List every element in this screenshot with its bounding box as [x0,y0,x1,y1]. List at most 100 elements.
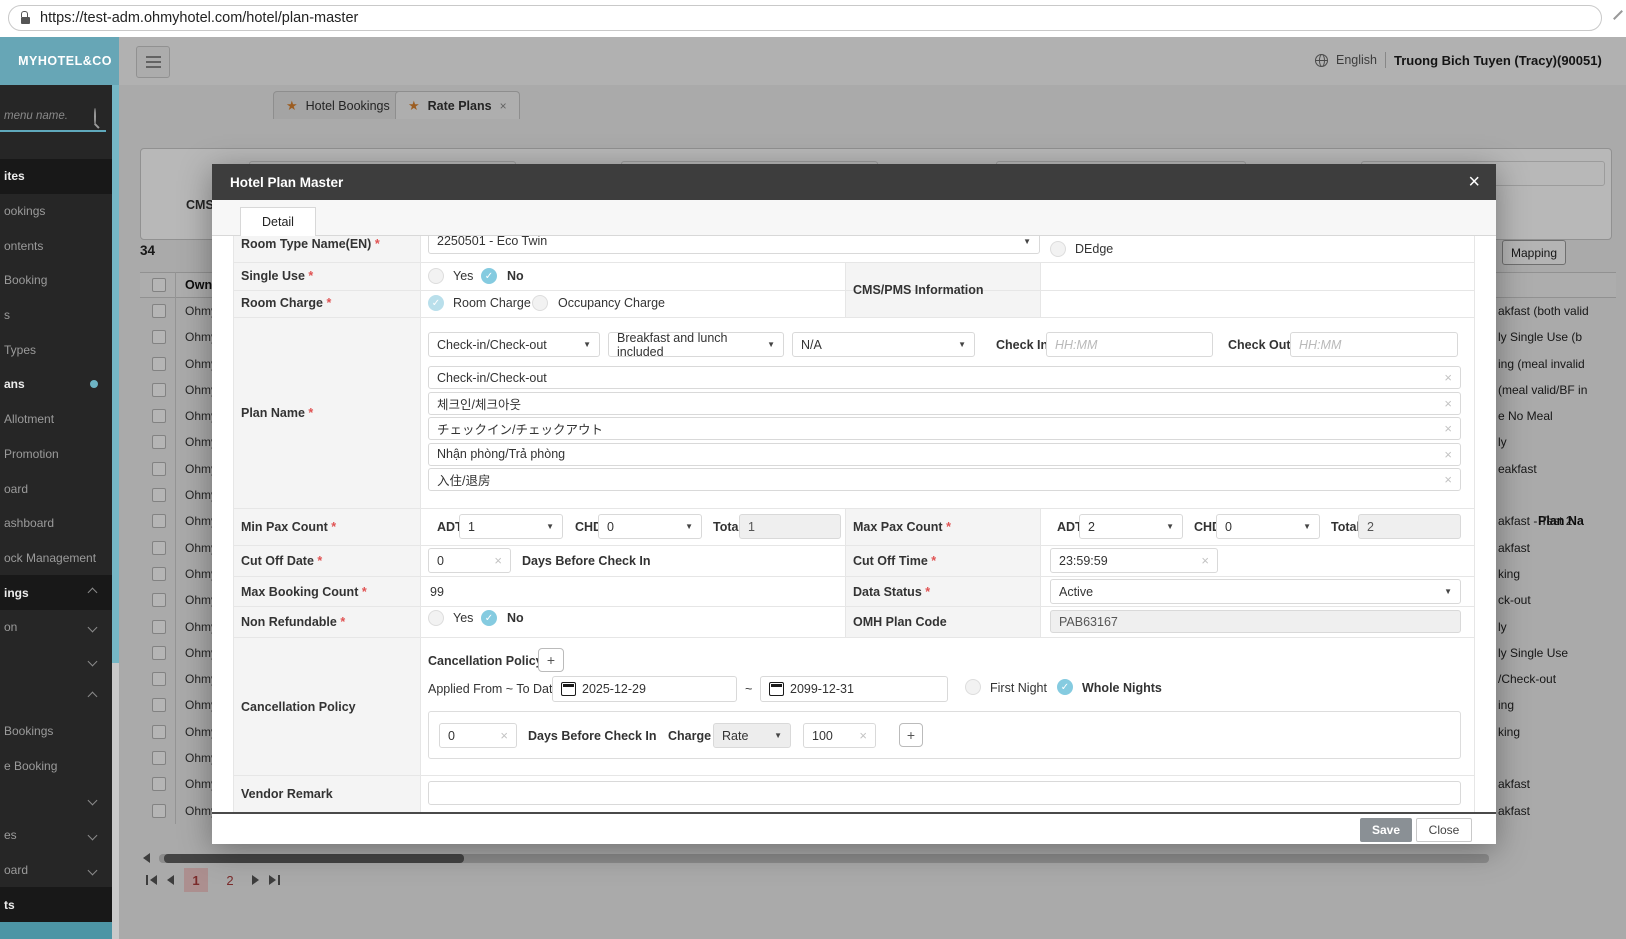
sidebar-item[interactable]: ontents [0,228,112,263]
clear-icon[interactable]: × [859,729,867,742]
meal-select[interactable]: Breakfast and lunch included ▼ [608,331,784,359]
non-refundable-no-radio[interactable]: ✓ [481,610,497,626]
single-use-no-radio[interactable]: ✓ [481,268,497,284]
clear-icon[interactable]: × [1444,473,1452,486]
first-night-radio[interactable] [965,679,981,695]
tab-detail[interactable]: Detail [240,207,316,237]
room-type-label: Room Type Name(EN) * [241,237,380,251]
sidebar-item-label: es [4,828,17,843]
sidebar-item[interactable]: Types [0,332,112,367]
clear-icon[interactable]: × [494,554,502,567]
omh-plan-code-input: PAB63167 [1050,610,1461,633]
sidebar-item[interactable]: Allotment [0,402,112,437]
sidebar-item[interactable] [0,645,112,680]
clear-icon[interactable]: × [1444,371,1452,384]
whole-nights-radio[interactable]: ✓ [1057,679,1073,695]
save-button[interactable]: Save [1360,818,1412,842]
na-select[interactable]: N/A ▼ [792,332,975,357]
app-logo[interactable]: MYHOTEL&CO [0,37,119,85]
dropdown-arrow-icon: ▼ [583,340,591,349]
modal-close-icon[interactable]: × [1468,171,1480,194]
occupancy-charge-radio[interactable] [532,295,548,311]
plan-name-input-en[interactable]: Check-in/Check-out × [428,366,1461,389]
calendar-icon[interactable] [561,682,576,696]
max-chd-select[interactable]: 0 ▼ [1216,514,1320,539]
add-policy-button[interactable]: + [538,648,564,672]
clear-icon[interactable]: × [1201,554,1209,567]
room-charge-label: Room Charge * [241,296,332,310]
sidebar-item-label: s [4,308,10,323]
sidebar-item[interactable]: ites [0,159,112,194]
plan-type-select[interactable]: Check-in/Check-out ▼ [428,332,600,357]
calendar-icon[interactable] [769,682,784,696]
max-adt-select[interactable]: 2 ▼ [1079,514,1183,539]
sidebar-item[interactable]: es [0,818,112,853]
sidebar-active-item-partial[interactable] [0,922,112,939]
check-in-time-input[interactable]: HH:MM [1046,332,1213,357]
plan-name-input-zh[interactable]: 入住/退房 × [428,468,1461,491]
plan-name-input-ko[interactable]: 체크인/체크아웃 × [428,391,1461,415]
sidebar-item[interactable]: Promotion [0,437,112,472]
charge-type-select[interactable]: Rate ▼ [713,723,791,748]
sidebar-scrollbar-track[interactable] [112,663,119,939]
sidebar-item[interactable]: oard [0,471,112,506]
sidebar-item[interactable]: on [0,610,112,645]
non-refundable-yes-radio[interactable] [428,610,444,626]
sidebar-item-label: ts [4,897,15,912]
sidebar-menu: ites ookings ontents Booking s Types ans Allotm… [0,159,112,923]
plan-name-input-vi[interactable]: Nhận phòng/Trả phòng × [428,442,1461,466]
sidebar-scrollbar-thumb[interactable] [112,85,119,663]
min-adt-select[interactable]: 1 ▼ [459,514,563,539]
sidebar-item[interactable] [0,679,112,714]
cancellation-policy-label: Cancellation Policy [241,700,356,714]
sidebar-item[interactable] [0,783,112,818]
menu-search-input[interactable]: menu name. [4,110,68,122]
clear-icon[interactable]: × [1444,448,1452,461]
data-status-label: Data Status * [853,585,931,599]
search-icon[interactable] [94,108,96,125]
grid-line [233,775,1474,776]
sidebar-item[interactable]: ookings [0,194,112,229]
applied-from-date-input[interactable]: 2025-12-29 [552,676,737,702]
sidebar-item[interactable]: ts [0,887,112,923]
min-chd-select[interactable]: 0 ▼ [598,514,702,539]
edit-icon[interactable] [1613,10,1623,20]
sidebar-item[interactable]: ashboard [0,506,112,541]
plan-name-input-ja[interactable]: チェックイン/チェックアウト × [428,417,1461,440]
check-in-label: Check In [996,338,1049,352]
sidebar: MYHOTEL&CO menu name. ites ookings ontents… [0,37,119,939]
sidebar-item[interactable]: ings [0,575,112,610]
sidebar-item[interactable]: s [0,298,112,333]
whole-nights-label: Whole Nights [1082,681,1162,695]
sidebar-item[interactable]: oard [0,853,112,888]
charge-value-input[interactable]: 100 × [803,723,876,748]
sidebar-item[interactable]: Bookings [0,714,112,749]
url-bar[interactable]: https://test-adm.ohmyhotel.com/hotel/pla… [8,5,1602,31]
cut-off-time-label: Cut Off Time * [853,554,937,568]
single-use-yes-radio[interactable] [428,268,444,284]
applied-date-label: Applied From ~ To Date [428,682,560,696]
sidebar-item-label: oard [4,863,29,878]
applied-to-date-input[interactable]: 2099-12-31 [760,676,948,702]
check-out-time-input[interactable]: HH:MM [1290,332,1458,357]
room-charge-radio[interactable]: ✓ [428,295,444,311]
cut-off-time-input[interactable]: 23:59:59 × [1050,548,1218,573]
add-charge-row-button[interactable]: + [899,723,923,747]
sidebar-item[interactable]: ock Management [0,541,112,576]
clear-icon[interactable]: × [1444,422,1452,435]
clear-icon[interactable]: × [1444,397,1452,410]
single-use-yes-label: Yes [453,269,474,283]
dedge-radio[interactable] [1050,241,1066,257]
sidebar-item[interactable]: Booking [0,263,112,298]
cut-off-date-input[interactable]: 0 × [428,548,511,573]
sidebar-item[interactable]: e Booking [0,749,112,784]
clear-icon[interactable]: × [500,729,508,742]
vendor-remark-input[interactable] [428,781,1461,805]
data-status-select[interactable]: Active ▼ [1050,579,1461,604]
chevron-down-icon [87,622,98,633]
chevron-up-icon [87,587,98,598]
sidebar-item[interactable]: ans [0,367,112,402]
policy-days-input[interactable]: 0 × [439,723,517,748]
room-type-select[interactable]: 2250501 - Eco Twin ▼ [428,236,1040,254]
close-button[interactable]: Close [1416,818,1472,842]
